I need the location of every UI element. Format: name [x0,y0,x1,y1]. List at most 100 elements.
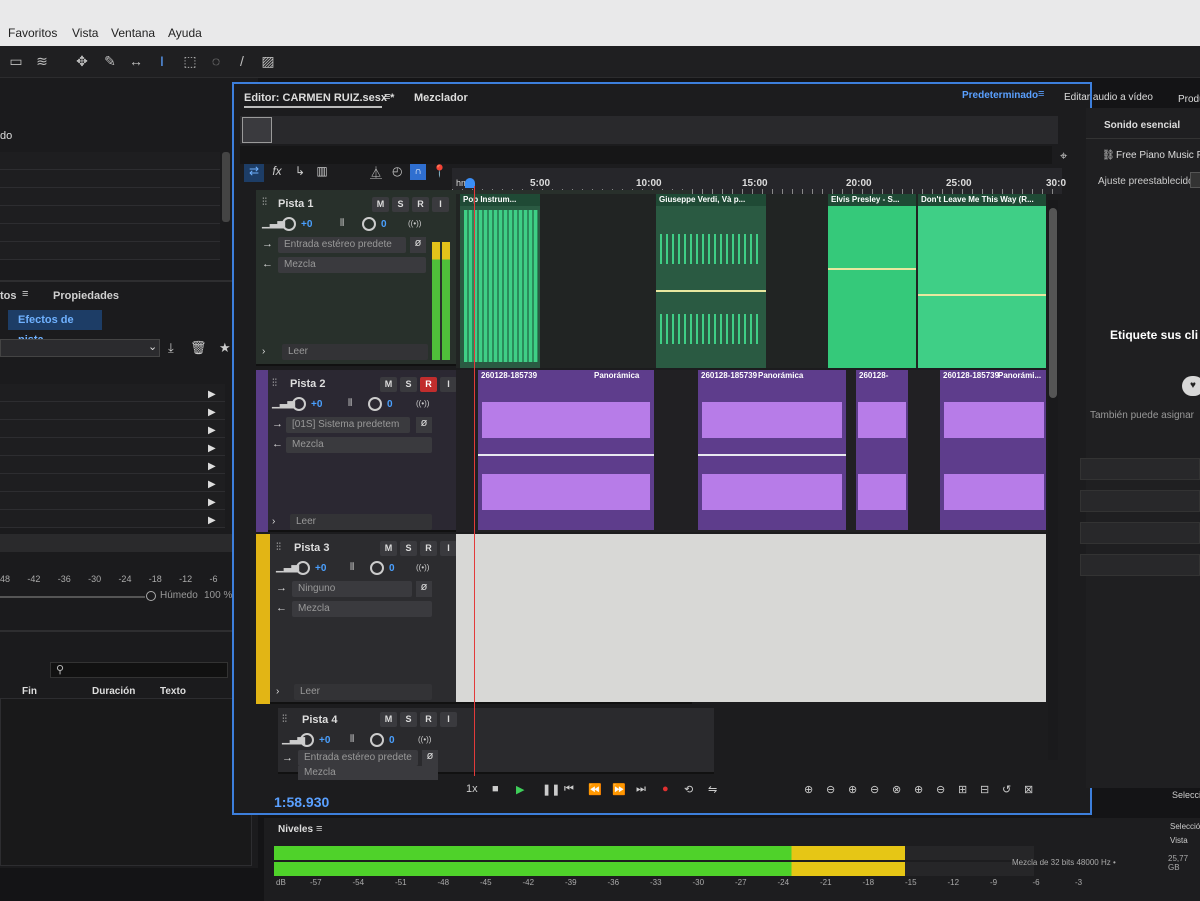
phase-invert-icon[interactable]: ø [416,581,432,597]
zoom-in-time-icon[interactable]: ⊕ [848,783,857,796]
wet-slider-track[interactable] [0,596,145,598]
phase-invert-icon[interactable]: ø [410,237,426,253]
track-4-pan-knob[interactable] [370,733,384,747]
track-2-automation-mode[interactable]: Leer [290,514,432,530]
brush-tool-icon[interactable]: / [232,51,252,71]
track-2-volume-value[interactable]: +0 [311,399,322,410]
track-1-monitor-button[interactable]: I [432,197,449,212]
track-1-clip-1[interactable]: Pop Instrum... [460,194,540,368]
track-2-monitor-button[interactable]: I [440,377,457,392]
skip-selection-icon[interactable]: ⇋ [708,783,717,796]
menu-vista[interactable]: Vista [72,26,98,40]
marker-pin-icon[interactable]: 📍 [432,164,447,178]
sends-icon[interactable]: ↳ [290,164,310,182]
tab-mixer[interactable]: Mezclador [414,92,468,104]
track-2-pan-knob[interactable] [368,397,382,411]
metronome-icon[interactable]: ⏅ [370,164,382,181]
track-2-clip-2[interactable]: 260128-185739 Panorámica [698,370,846,530]
preset-item[interactable]: Free Piano Music For [1116,150,1200,161]
track-1-input-select[interactable]: Entrada estéreo predete [278,237,406,253]
trash-icon[interactable]: 🗑 [190,340,207,356]
zoom-navigator-icon[interactable]: ⌖ [1060,148,1067,164]
track-3-pan-value[interactable]: 0 [389,563,395,574]
track-1-output-select[interactable]: Mezcla [278,257,426,273]
track-2-clip-4[interactable]: 260128-185739 Panorámi... [940,370,1046,530]
zoom-out-point-icon[interactable]: ⊖ [936,783,945,796]
lasso-tool-icon[interactable]: ◌ [206,51,226,71]
phase-invert-icon[interactable]: ø [416,417,432,433]
track-4-solo-button[interactable]: S [400,712,417,727]
zoom-in-amplitude-icon[interactable]: ⊕ [804,783,813,796]
wet-slider-handle[interactable] [146,591,156,601]
track-3-lane[interactable] [456,534,1046,702]
expand-icon[interactable]: › [262,346,265,357]
track-1-solo-button[interactable]: S [392,197,409,212]
track-4-volume-knob[interactable] [300,733,314,747]
go-to-start-icon[interactable]: ⏮ [564,783,574,796]
workspace-default[interactable]: Predeterminado [962,90,1038,101]
tab-track-effects[interactable]: Efectos de pista [8,310,102,346]
track-3-monitor-button[interactable]: I [440,541,457,556]
track-1-clip-4[interactable]: Don't Leave Me This Way (R... [918,194,1046,368]
tab-effects-rack[interactable]: tos [0,290,17,302]
track-4-volume-value[interactable]: +0 [319,735,330,746]
preset-dropdown[interactable] [0,339,160,357]
track-2-solo-button[interactable]: S [400,377,417,392]
time-selection-tool-icon[interactable]: I [152,51,172,71]
track-1-clip-2[interactable]: Giuseppe Verdi, Và p... [656,194,766,368]
slip-tool-icon[interactable]: ↔ [126,51,146,71]
preset-dropdown[interactable] [1190,172,1200,188]
volume-envelope[interactable] [656,290,766,292]
snap-icon[interactable]: ∩ [410,164,426,180]
markers-search[interactable] [50,662,228,678]
inputs-outputs-icon[interactable]: ⇄ [244,164,264,182]
files-scrollbar[interactable] [222,152,230,222]
vertical-scrollbar[interactable] [1048,200,1058,760]
track-4-monitor-button[interactable]: I [440,712,457,727]
type-button-4[interactable] [1080,554,1200,576]
track-2-pan-value[interactable]: 0 [387,399,393,410]
razor-tool-icon[interactable]: ✎ [100,51,120,71]
zoom-selection-icon[interactable]: ⊞ [958,783,967,796]
track-2-mute-button[interactable]: M [380,377,397,392]
tab-essential-sound[interactable]: Sonido esencial [1104,120,1180,131]
track-1-name[interactable]: Pista 1 [278,198,313,210]
column-end[interactable]: Fin [22,686,37,697]
column-text[interactable]: Texto [160,686,186,697]
track-3-mute-button[interactable]: M [380,541,397,556]
column-duration[interactable]: Duración [92,686,135,697]
spot-healing-icon[interactable]: ▨ [258,51,278,71]
volume-envelope[interactable] [828,268,916,270]
menu-ventana[interactable]: Ventana [111,26,155,40]
pause-icon[interactable]: ❚❚ [542,783,560,796]
track-2-clip-1[interactable]: 260128-185739 Panorámica [478,370,654,530]
track-1-pan-knob[interactable] [362,217,376,231]
menu-ayuda[interactable]: Ayuda [168,26,202,40]
track-3-pan-knob[interactable] [370,561,384,575]
type-button-1[interactable] [1080,458,1200,480]
marquee-tool-icon[interactable]: ⬚ [180,51,200,71]
scrollbar-thumb[interactable] [1049,208,1057,398]
volume-envelope[interactable] [698,454,846,456]
track-4-name[interactable]: Pista 4 [302,714,337,726]
workspace-video[interactable]: Editar audio a vídeo [1064,92,1153,103]
stop-icon[interactable]: ■ [492,783,499,795]
loop-icon[interactable]: ⟲ [684,783,693,796]
type-button-3[interactable] [1080,522,1200,544]
track-3-automation-mode[interactable]: Leer [294,684,432,700]
record-icon[interactable]: ● [662,783,669,795]
multitrack-view-icon[interactable]: ≋ [32,51,52,71]
phase-invert-icon[interactable]: ø [422,750,438,766]
go-to-end-icon[interactable]: ⏭ [636,783,646,796]
workspace-prod[interactable]: Produ [1178,94,1200,105]
track-1-automation-mode[interactable]: Leer [282,344,428,360]
levels-menu-icon[interactable]: ≡ [316,823,322,835]
rewind-icon[interactable]: ⏪ [588,783,602,796]
timecode-icon[interactable]: ◴ [392,164,402,178]
play-icon[interactable]: ▶ [516,783,524,796]
track-4-arm-button[interactable]: R [420,712,437,727]
playback-speed[interactable]: 1x [466,783,478,795]
track-2-clip-3[interactable]: 260128- [856,370,908,530]
track-1-clip-3[interactable]: Elvis Presley - S... [828,194,916,368]
track-4-mute-button[interactable]: M [380,712,397,727]
